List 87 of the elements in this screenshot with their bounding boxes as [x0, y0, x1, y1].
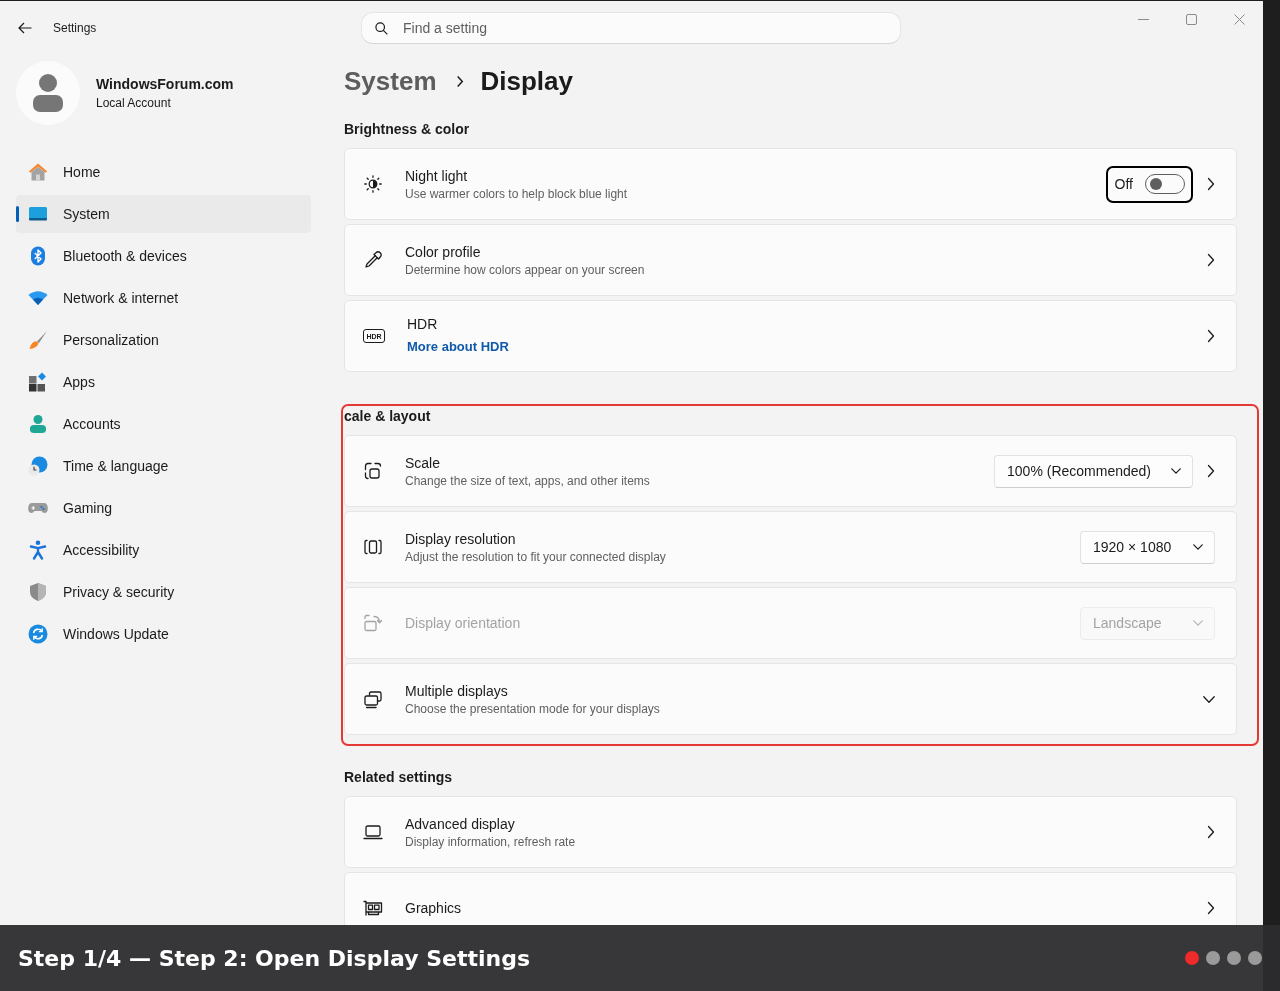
setting-description: Determine how colors appear on your screen [405, 261, 645, 278]
laptop-icon [363, 822, 383, 842]
maximize-icon [1185, 13, 1197, 25]
person-icon [28, 414, 48, 434]
dropdown[interactable]: 1920 × 1080 [1080, 530, 1215, 564]
setting-title: HDR [407, 314, 439, 334]
chevron-down-icon [1193, 620, 1203, 626]
shield-icon [28, 582, 48, 602]
setting-title: Color profile [405, 242, 482, 262]
chevron-right-icon[interactable] [1207, 177, 1215, 191]
sidebar-item[interactable]: Time & language [16, 447, 311, 485]
window-title: Settings [53, 20, 97, 37]
sidebar-item[interactable]: Gaming [16, 489, 311, 527]
setting-description: Choose the presentation mode for your displays [405, 700, 660, 717]
setting-row[interactable]: Multiple displays Choose the presentation mode for your displays [344, 663, 1237, 735]
sidebar-item[interactable]: Privacy & security [16, 573, 311, 611]
setting-title: Advanced display [405, 814, 516, 834]
setting-title: Display orientation [405, 613, 521, 633]
setting-row[interactable]: Advanced display Display information, refresh rate [344, 796, 1237, 868]
more-info-link[interactable]: More about HDR [407, 337, 509, 355]
dropdown: Landscape [1080, 606, 1215, 640]
sun-icon [363, 174, 383, 194]
bluetooth-icon [28, 246, 48, 266]
sidebar-item[interactable]: Accessibility [16, 531, 311, 569]
chevron-down-icon [1193, 544, 1203, 550]
bracketed-screen-icon [363, 537, 383, 557]
search-icon [375, 21, 388, 35]
sidebar-item[interactable]: Network & internet [16, 279, 311, 317]
accessibility-figure-icon [28, 540, 48, 560]
back-arrow-icon [18, 22, 32, 34]
house-icon [28, 162, 48, 182]
setting-title: Display resolution [405, 529, 517, 549]
step-dot-icon[interactable] [1185, 951, 1199, 965]
setting-title: Graphics [405, 898, 462, 918]
search-field[interactable]: Find a setting [361, 12, 901, 44]
section-heading: cale & layout [344, 407, 432, 426]
sidebar-item[interactable]: Home [16, 153, 311, 191]
account-name: WindowsForum.com [96, 75, 234, 93]
sidebar-item[interactable]: Bluetooth & devices [16, 237, 311, 275]
setting-row[interactable]: Display resolution Adjust the resolution to fit your connected display 1920 × 1080 [344, 511, 1237, 583]
globe-clock-icon [28, 456, 48, 476]
setting-row[interactable]: Night light Use warmer colors to help block blue light Off [344, 148, 1237, 220]
step-dot-icon[interactable] [1248, 951, 1262, 965]
section-heading: Brightness & color [344, 120, 471, 139]
graphics-card-icon [363, 898, 383, 918]
sync-arrows-icon [28, 624, 48, 644]
corner-frame-icon [363, 461, 383, 481]
monitor-icon [28, 204, 48, 224]
chevron-right-icon[interactable] [1207, 901, 1215, 915]
setting-description: Adjust the resolution to fit your connected display [405, 548, 666, 565]
minimize-icon [1137, 18, 1149, 20]
sidebar-item[interactable]: Apps [16, 363, 311, 401]
caption-text: Step 1/4 — Step 2: Open Display Settings [18, 944, 530, 973]
two-monitors-icon [363, 689, 383, 709]
step-dot-icon[interactable] [1206, 951, 1220, 965]
chevron-down-icon[interactable] [1203, 695, 1215, 703]
toggle-state-label: Off [1114, 174, 1133, 194]
setting-row[interactable]: Color profile Determine how colors appear on your screen [344, 224, 1237, 296]
account-type: Local Account [96, 95, 172, 111]
sidebar-item[interactable]: Windows Update [16, 615, 311, 653]
chevron-right-icon[interactable] [1207, 464, 1215, 478]
setting-row[interactable]: Scale Change the size of text, apps, and other items 100% (Recommended) [344, 435, 1237, 507]
setting-description: Change the size of text, apps, and other items [405, 472, 650, 489]
chevron-right-icon [455, 74, 464, 88]
setting-title: Multiple displays [405, 681, 509, 701]
chevron-right-icon[interactable] [1207, 329, 1215, 343]
close-icon [1233, 13, 1245, 25]
sidebar-item[interactable]: Personalization [16, 321, 311, 359]
section-heading: Related settings [344, 768, 454, 787]
setting-description: Display information, refresh rate [405, 833, 576, 850]
chevron-down-icon [1171, 468, 1181, 474]
setting-title: Scale [405, 453, 442, 473]
sidebar-item[interactable]: Accounts [16, 405, 311, 443]
step-dot-icon[interactable] [1227, 951, 1241, 965]
eyedropper-icon [363, 250, 383, 270]
chevron-right-icon[interactable] [1207, 253, 1215, 267]
back-button[interactable] [18, 22, 32, 34]
breadcrumb-link[interactable]: System [344, 62, 437, 100]
chevron-right-icon[interactable] [1207, 825, 1215, 839]
page-title: Display [480, 65, 573, 98]
rotate-screen-icon [363, 613, 383, 633]
apps-grid-icon [28, 372, 48, 392]
setting-title: Night light [405, 166, 469, 186]
setting-description: Use warmer colors to help block blue light [405, 185, 628, 202]
dropdown[interactable]: 100% (Recommended) [994, 454, 1193, 488]
sidebar-item[interactable]: System [16, 195, 311, 233]
avatar-icon [16, 61, 80, 125]
